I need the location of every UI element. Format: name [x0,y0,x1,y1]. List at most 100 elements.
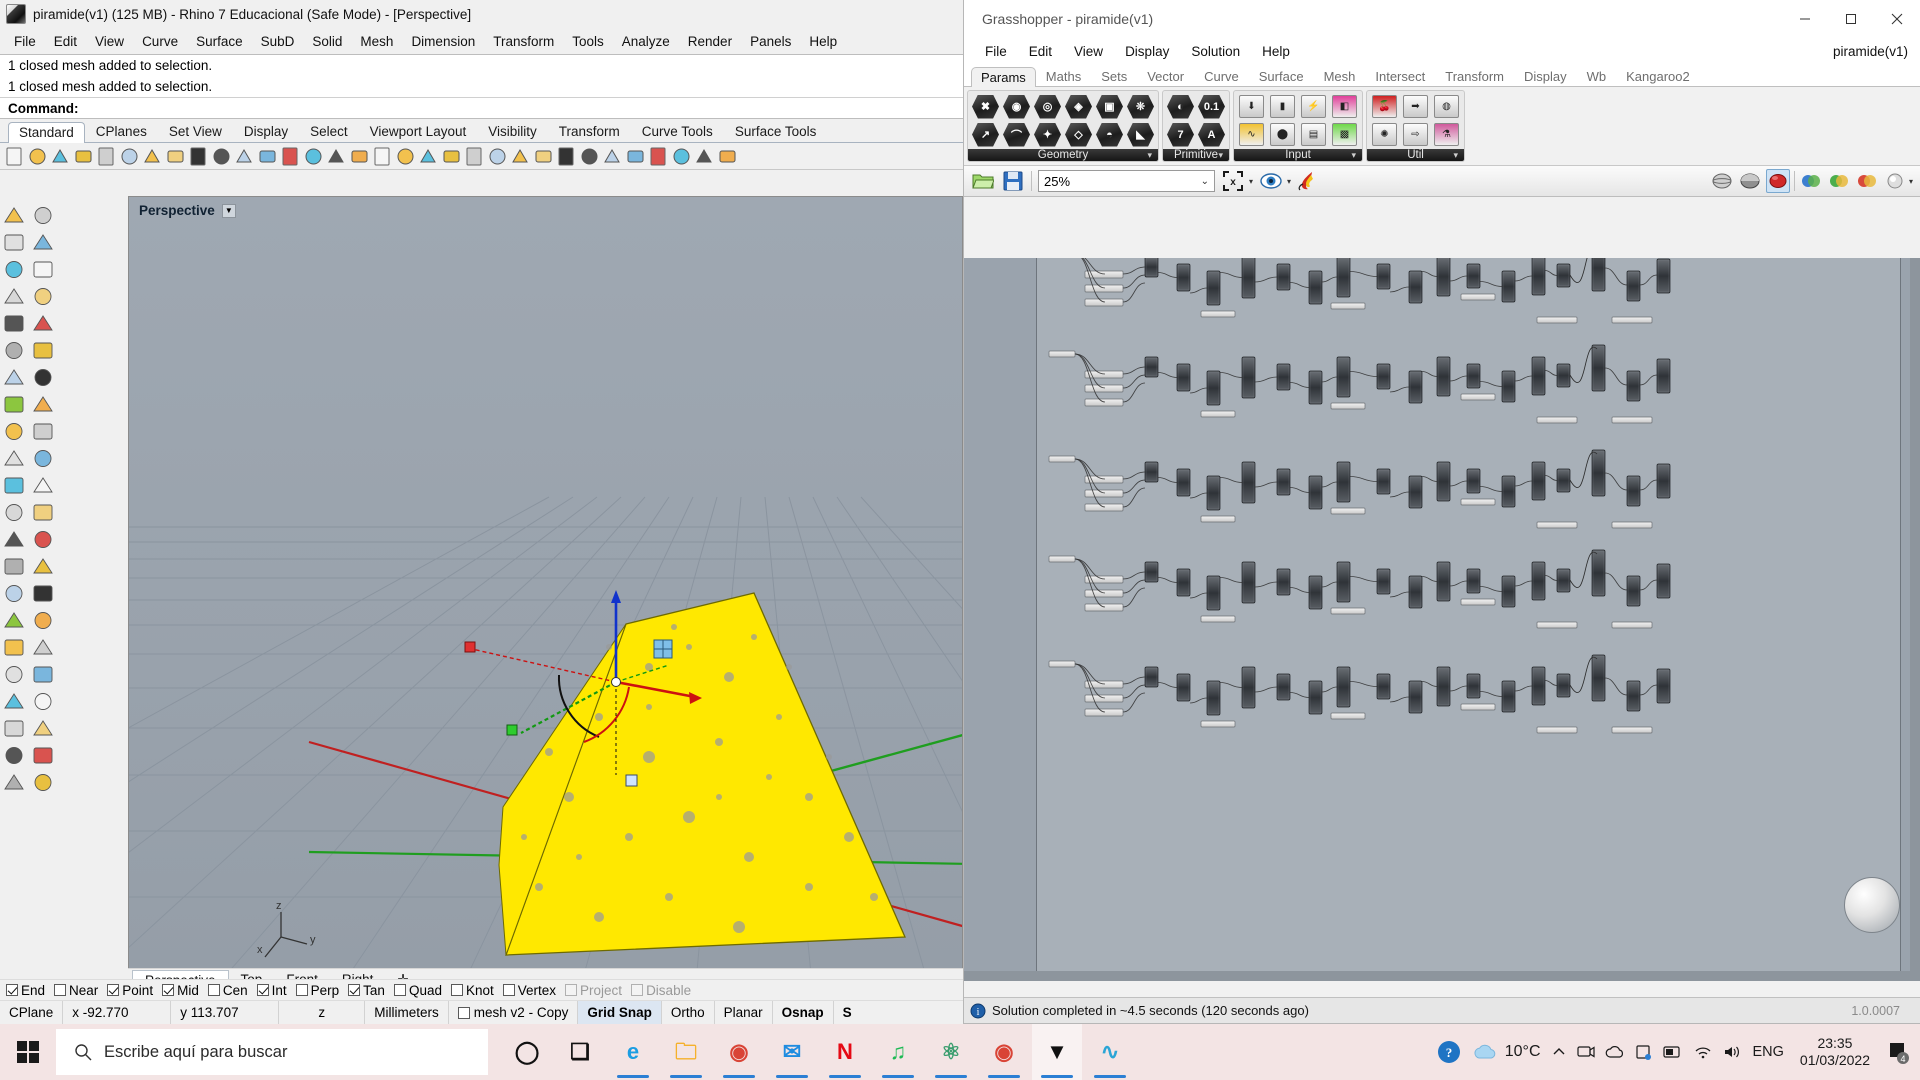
maximize-button[interactable] [1828,0,1874,38]
language-indicator[interactable]: ENG [1753,1044,1784,1060]
ribbon-group-label-util[interactable]: Util ▾ [1367,149,1464,161]
taskbar-task-view-icon[interactable]: ❏ [555,1024,605,1080]
zoom-extents-icon[interactable]: x [1221,169,1245,193]
osnap-quad[interactable]: Quad [393,983,442,998]
geometry-null-icon[interactable]: ✖ [971,94,1000,119]
rhino-menu-tools[interactable]: Tools [563,31,613,52]
rhino-side-tool-select-icon[interactable] [2,204,29,229]
rhino-tool-copy-cut-icon[interactable] [96,146,117,167]
layer-visibility-checkbox[interactable] [457,1006,470,1019]
gh-tab-mesh[interactable]: Mesh [1314,66,1366,86]
status-osnap[interactable]: Osnap [773,1000,834,1025]
rhino-side-tool-render-icon[interactable] [2,717,29,742]
ribbon-group-label-geometry[interactable]: Geometry ▾ [968,149,1158,161]
chevron-down-icon[interactable]: ▼ [221,203,236,218]
rhino-tool-render-d-icon[interactable] [602,146,623,167]
gh-tab-maths[interactable]: Maths [1036,66,1091,86]
rhino-menu-edit[interactable]: Edit [45,31,86,52]
command-prompt[interactable]: Command: [0,97,963,118]
rhino-toolbar-tab-curve-tools[interactable]: Curve Tools [631,121,724,142]
rhino-side-tool-hatch-icon[interactable] [31,636,58,661]
rhino-tool-print-icon[interactable] [73,146,94,167]
rhino-tool-undo-icon[interactable] [188,146,209,167]
rhino-side-tool-extrude-icon[interactable] [2,393,29,418]
rhino-side-tool-surface-icon[interactable] [2,339,29,364]
rhino-side-tool-rect-icon[interactable] [31,285,58,310]
colour-swatch-3-icon[interactable] [1855,169,1879,193]
ribbon-group-label-primitive[interactable]: Primitive ▾ [1163,149,1229,161]
osnap-cen-checkbox[interactable] [207,984,220,996]
rhino-side-tool-revolve-icon[interactable] [2,366,29,391]
gh-tab-params[interactable]: Params [971,67,1036,87]
taskbar-file-explorer-icon[interactable]: 🗀 [661,1024,711,1080]
rhino-side-tool-circle-icon[interactable] [2,258,29,283]
curve-param-icon[interactable]: ⌒ [1002,122,1031,147]
rhino-tool-hist-icon[interactable] [441,146,462,167]
rhino-side-tool-icon-42-icon[interactable] [2,771,29,796]
taskbar-atom-icon[interactable]: ⚛ [926,1024,976,1080]
canvas-definition-sheet[interactable] [1036,258,1901,981]
dropbox-icon[interactable] [1635,1044,1653,1060]
colour-picker-icon[interactable]: ◧ [1330,94,1359,119]
minimize-button[interactable] [1782,0,1828,38]
rhino-toolbar-tab-visibility[interactable]: Visibility [477,121,548,142]
status-grid-snap[interactable]: Grid Snap [578,1000,662,1025]
save-file-icon[interactable] [1001,169,1025,193]
taskbar-microsoft-edge-icon[interactable]: e [608,1024,658,1080]
preview-eye-icon[interactable] [1259,169,1283,193]
rhino-side-tool-analyze-icon[interactable] [2,690,29,715]
taskbar-netflix-icon[interactable]: N [820,1024,870,1080]
rhino-menu-solid[interactable]: Solid [303,31,351,52]
rhino-tool-help-o-icon[interactable] [694,146,715,167]
button-input-icon[interactable]: ▮ [1268,94,1297,119]
taskbar-clock[interactable]: 23:35 01/03/2022 [1794,1035,1876,1070]
rhino-side-tool-bake-icon[interactable] [31,744,58,769]
bake-flame-icon[interactable] [1297,169,1321,193]
status-planar[interactable]: Planar [715,1000,773,1025]
gh-menu-solution[interactable]: Solution [1180,40,1251,63]
rhino-side-tool-props-icon[interactable] [31,663,58,688]
rhino-perspective-viewport[interactable]: x z y Perspective ▼ [128,196,963,969]
rhino-side-tool-rotate-icon[interactable] [2,555,29,580]
rhino-tool-zoom-icon[interactable] [234,146,255,167]
rhino-side-tool-split-icon[interactable] [2,474,29,499]
osnap-disable[interactable]: Disable [631,983,691,998]
rhino-tool-cut-icon[interactable] [119,146,140,167]
surface-param-icon[interactable]: ◎ [1033,94,1062,119]
rhino-side-tool-group-icon[interactable] [31,582,58,607]
rhino-tool-persp-icon[interactable] [648,146,669,167]
rhino-side-tool-join-icon[interactable] [31,474,58,499]
canvas-scrollbar-vertical[interactable] [1910,258,1920,981]
help-circle-icon[interactable]: ? [1436,1039,1462,1065]
taskbar-rhino-icon[interactable]: ▼ [1032,1024,1082,1080]
rhino-tool-pan-icon[interactable] [211,146,232,167]
onedrive-icon[interactable] [1605,1044,1625,1060]
rhino-tool-save-icon[interactable] [50,146,71,167]
knob-input-icon[interactable]: ⬤ [1268,122,1297,147]
rhino-side-tool-ellipse-icon[interactable] [2,285,29,310]
colour-swatch-4-icon[interactable] [1883,169,1907,193]
subd-param-icon[interactable]: ◣ [1126,122,1155,147]
grasshopper-canvas[interactable] [964,258,1920,981]
gh-menu-help[interactable]: Help [1251,40,1301,63]
rhino-menu-surface[interactable]: Surface [187,31,252,52]
zoom-level-combobox[interactable]: 25% ⌄ [1038,170,1215,192]
rhino-side-tool-point-icon[interactable] [2,312,29,337]
osnap-near-checkbox[interactable] [54,984,67,996]
gh-menu-display[interactable]: Display [1114,40,1180,63]
ribbon-group-expand-icon[interactable]: ▾ [1453,150,1458,161]
rhino-tool-help-icon[interactable] [717,146,738,167]
rhino-tool-paste-icon[interactable] [165,146,186,167]
rhino-tool-zoomext-icon[interactable] [257,146,278,167]
rhino-tool-cplane-icon[interactable] [533,146,554,167]
flask-icon[interactable]: ⚗ [1432,122,1461,147]
rhino-tool-grid-icon[interactable] [372,146,393,167]
rhino-toolbar-tab-select[interactable]: Select [299,121,359,142]
osnap-near[interactable]: Near [54,983,98,998]
status-layer[interactable]: mesh v2 - Copy [449,1000,579,1025]
rhino-side-tool-move-icon[interactable] [31,555,58,580]
relay-right-icon[interactable]: ➡ [1401,94,1430,119]
text-param-icon[interactable]: A [1197,122,1226,147]
rhino-side-tool-loft-icon[interactable] [31,339,58,364]
rhino-side-tool-paint-icon[interactable] [2,744,29,769]
